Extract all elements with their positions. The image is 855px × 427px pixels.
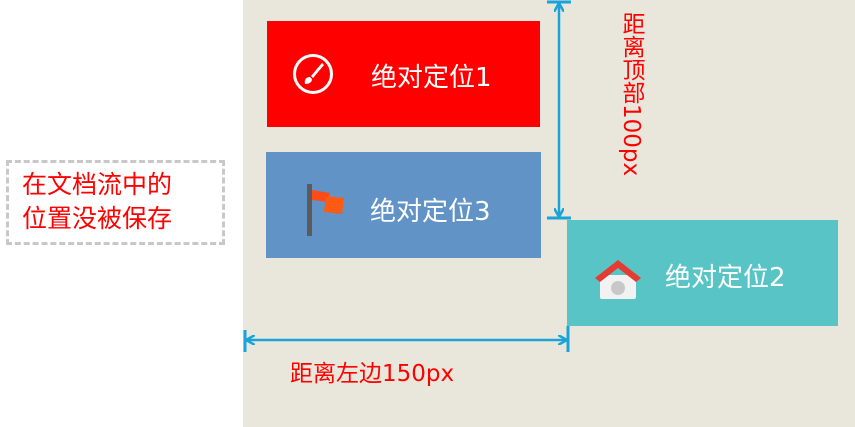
top-distance-label: 距离顶部100px <box>618 12 644 177</box>
left-distance-arrow <box>243 326 570 352</box>
top-distance-arrow <box>547 0 571 220</box>
left-distance-label: 距离左边150px <box>290 361 455 387</box>
